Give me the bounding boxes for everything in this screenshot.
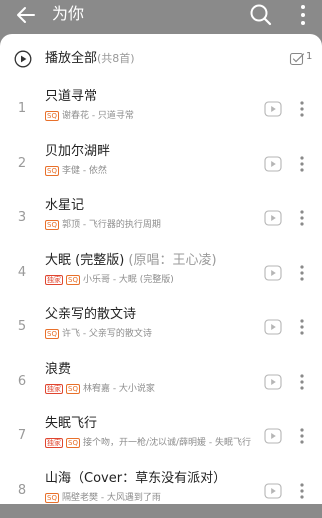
song-count: (共8首): [97, 52, 135, 65]
back-arrow-icon[interactable]: [14, 3, 38, 27]
song-title: 失眠飞行: [45, 415, 97, 433]
song-artist-album: 隔壁老樊 - 大风遇到了雨: [62, 492, 161, 504]
song-more-icon[interactable]: [298, 481, 306, 501]
playlist-sheet: 播放全部(共8首) 1 1只道寻常SQ谢春花 - 只道寻常2贝加尔湖畔SQ李健 …: [0, 34, 322, 504]
play-video-icon[interactable]: [264, 373, 282, 391]
song-index: 4: [12, 264, 32, 282]
multi-select-count: 1: [306, 51, 312, 62]
song-title: 大眠 (完整版) (原唱：王心凌): [45, 252, 217, 270]
song-title: 父亲写的散文诗: [45, 306, 136, 324]
search-icon[interactable]: [248, 2, 274, 28]
song-more-icon[interactable]: [298, 317, 306, 337]
play-video-icon[interactable]: [264, 155, 282, 173]
sq-quality-badge: SQ: [66, 384, 80, 394]
song-artist-album: 林宥嘉 - 大小说家: [83, 383, 155, 395]
play-video-icon[interactable]: [264, 209, 282, 227]
song-meta: 独家SQ接个吻，开一枪/沈以诚/薛明媛 - 失眠飞行: [45, 436, 251, 450]
song-more-icon[interactable]: [298, 263, 306, 283]
song-artist-album: 接个吻，开一枪/沈以诚/薛明媛 - 失眠飞行: [83, 437, 251, 449]
song-index: 5: [12, 318, 32, 336]
play-all-icon[interactable]: [14, 50, 32, 68]
multi-select-button[interactable]: 1: [289, 50, 317, 68]
song-artist-album: 郭顶 - 飞行器的执行周期: [62, 219, 161, 231]
song-more-icon[interactable]: [298, 99, 306, 119]
song-title-text: 水星记: [45, 198, 84, 213]
song-row[interactable]: 8 山海（Cover：草东没有派对） SQ隔壁老樊 - 大风遇到了雨: [0, 464, 322, 518]
song-title-text: 只道寻常: [45, 89, 97, 104]
song-artist-album: 李健 - 依然: [62, 165, 107, 177]
song-more-icon[interactable]: [298, 372, 306, 392]
song-meta: SQ谢春花 - 只道寻常: [45, 109, 134, 123]
play-all-button[interactable]: 播放全部(共8首): [45, 50, 135, 68]
play-video-icon[interactable]: [264, 264, 282, 282]
exclusive-badge: 独家: [45, 275, 63, 285]
page-title: 为你: [52, 4, 84, 24]
song-more-icon[interactable]: [298, 208, 306, 228]
exclusive-badge: 独家: [45, 438, 63, 448]
song-row[interactable]: 1 只道寻常 SQ谢春花 - 只道寻常: [0, 82, 322, 137]
song-title: 浪费: [45, 361, 71, 379]
song-meta: SQ隔壁老樊 - 大风遇到了雨: [45, 491, 161, 505]
song-title-text: 父亲写的散文诗: [45, 307, 136, 322]
song-title-text: 浪费: [45, 362, 71, 377]
song-meta: 独家SQ林宥嘉 - 大小说家: [45, 382, 155, 396]
song-title: 只道寻常: [45, 88, 97, 106]
sq-quality-badge: SQ: [66, 438, 80, 448]
song-artist-album: 谢春花 - 只道寻常: [62, 110, 134, 122]
song-list: 1只道寻常SQ谢春花 - 只道寻常2贝加尔湖畔SQ李健 - 依然3水星记SQ郭顶…: [0, 82, 322, 518]
song-title-text: 山海（Cover：草东没有派对）: [45, 471, 226, 486]
exclusive-badge: 独家: [45, 384, 63, 394]
checkbox-icon: [289, 51, 305, 67]
song-meta: SQ郭顶 - 飞行器的执行周期: [45, 218, 161, 232]
song-title-text: 大眠 (完整版): [45, 253, 124, 268]
song-title: 水星记: [45, 197, 84, 215]
more-vertical-icon[interactable]: [297, 3, 309, 27]
song-index: 2: [12, 155, 32, 173]
sq-quality-badge: SQ: [45, 111, 59, 121]
song-title: 贝加尔湖畔: [45, 143, 110, 161]
play-video-icon[interactable]: [264, 318, 282, 336]
song-more-icon[interactable]: [298, 154, 306, 174]
song-index: 7: [12, 427, 32, 445]
song-index: 8: [12, 482, 32, 500]
song-meta: 独家SQ小乐哥 - 大眠 (完整版): [45, 273, 174, 287]
song-row[interactable]: 5 父亲写的散文诗 SQ许飞 - 父亲写的散文诗: [0, 300, 322, 355]
play-video-icon[interactable]: [264, 100, 282, 118]
song-index: 3: [12, 209, 32, 227]
play-all-bar[interactable]: 播放全部(共8首) 1: [0, 44, 322, 74]
song-row[interactable]: 2 贝加尔湖畔 SQ李健 - 依然: [0, 137, 322, 192]
play-video-icon[interactable]: [264, 482, 282, 500]
top-bar: 为你: [0, 0, 322, 34]
song-meta: SQ许飞 - 父亲写的散文诗: [45, 327, 152, 341]
song-row[interactable]: 3 水星记 SQ郭顶 - 飞行器的执行周期: [0, 191, 322, 246]
play-all-label: 播放全部: [45, 51, 97, 66]
play-video-icon[interactable]: [264, 427, 282, 445]
song-title: 山海（Cover：草东没有派对）: [45, 470, 226, 488]
song-title-text: 贝加尔湖畔: [45, 144, 110, 159]
sq-quality-badge: SQ: [66, 275, 80, 285]
sq-quality-badge: SQ: [45, 220, 59, 230]
song-index: 1: [12, 100, 32, 118]
song-meta: SQ李健 - 依然: [45, 164, 107, 178]
song-title-text: 失眠飞行: [45, 416, 97, 431]
song-original-singer-note: (原唱：王心凌): [124, 253, 216, 268]
sq-quality-badge: SQ: [45, 329, 59, 339]
song-artist-album: 许飞 - 父亲写的散文诗: [62, 328, 152, 340]
sq-quality-badge: SQ: [45, 493, 59, 503]
song-artist-album: 小乐哥 - 大眠 (完整版): [83, 274, 174, 286]
song-index: 6: [12, 373, 32, 391]
song-more-icon[interactable]: [298, 426, 306, 446]
song-row[interactable]: 7 失眠飞行独家SQ接个吻，开一枪/沈以诚/薛明媛 - 失眠飞行: [0, 409, 322, 464]
sq-quality-badge: SQ: [45, 166, 59, 176]
song-row[interactable]: 6 浪费独家SQ林宥嘉 - 大小说家: [0, 355, 322, 410]
song-row[interactable]: 4 大眠 (完整版) (原唱：王心凌) 独家SQ小乐哥 - 大眠 (完整版): [0, 246, 322, 301]
